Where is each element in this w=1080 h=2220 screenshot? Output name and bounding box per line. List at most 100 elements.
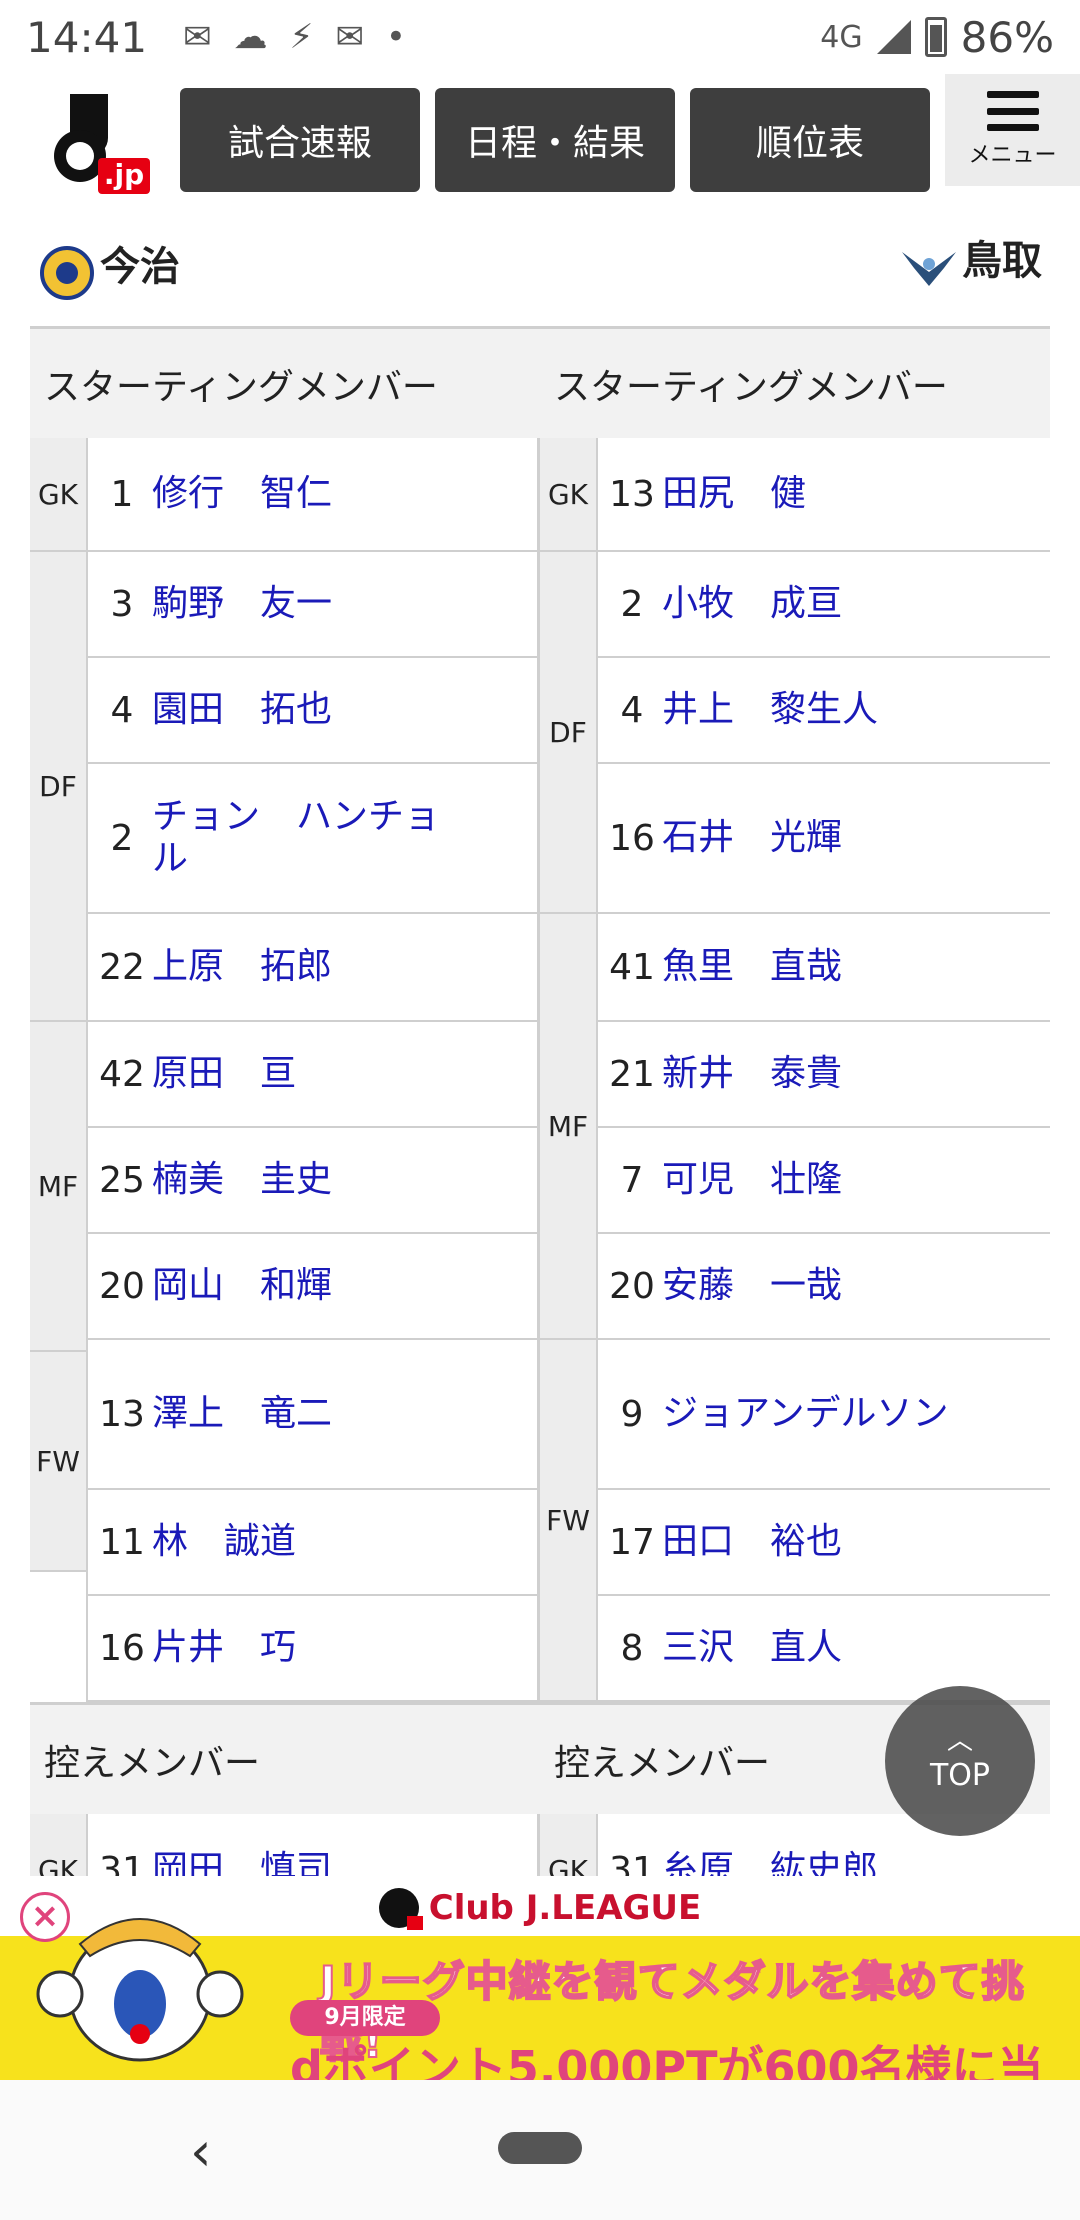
player-number: 21: [609, 1053, 655, 1095]
scroll-top-label: TOP: [929, 1757, 991, 1793]
player-row: 20 岡山 和輝: [86, 1234, 540, 1340]
club-jleague-logo: [378, 1888, 423, 1930]
player-name-link[interactable]: 片井 巧: [152, 1627, 416, 1669]
player-number: 11: [99, 1521, 145, 1563]
site-header: .jp 試合速報 日程・結果 順位表 メニュー: [0, 74, 1080, 204]
ad-promo-tag: 9月限定: [290, 2000, 440, 2036]
player-row: 8 三沢 直人: [596, 1596, 1050, 1702]
player-number: 13: [99, 1393, 145, 1435]
home-emblem-icon: [40, 246, 94, 300]
player-number: 20: [99, 1265, 145, 1307]
player-number: 31: [609, 1849, 655, 1877]
player-name-link[interactable]: 魚里 直哉: [662, 946, 962, 988]
player-number: 4: [110, 689, 134, 731]
player-row: 11 林 誠道: [86, 1490, 540, 1596]
menu-label: メニュー: [968, 143, 1057, 168]
player-name-link[interactable]: 石井 光輝: [662, 817, 962, 859]
nav-standings-button[interactable]: 順位表: [690, 88, 930, 192]
player-name-link[interactable]: 楠美 圭史: [152, 1159, 452, 1201]
away-team-name: 鳥取: [962, 238, 1042, 284]
player-row: 16 石井 光輝: [596, 764, 1050, 914]
player-number: 17: [609, 1521, 655, 1563]
player-name-link[interactable]: 田口 裕也: [662, 1521, 962, 1563]
player-name-link[interactable]: 林 誠道: [152, 1521, 416, 1563]
home-pill-icon[interactable]: [498, 2132, 582, 2164]
player-name-link[interactable]: 上原 拓郎: [152, 946, 452, 988]
home-lineup: スターティングメンバー GK DF MF FW 1 修行 智仁 3 駒野 友一 …: [30, 326, 540, 1876]
player-name-link[interactable]: 修行 智仁: [152, 473, 452, 515]
player-name-link[interactable]: 田尻 健: [662, 473, 926, 515]
away-team[interactable]: 鳥取: [900, 226, 1042, 288]
system-nav-bar: ‹: [0, 2080, 1080, 2220]
player-number: 9: [620, 1393, 644, 1435]
player-name-link[interactable]: 岡田 慎司: [152, 1849, 452, 1876]
player-name-link[interactable]: 安藤 一哉: [662, 1265, 962, 1307]
player-number: 31: [99, 1849, 145, 1877]
away-starting-header: スターティングメンバー: [540, 326, 1050, 438]
player-row: 22 上原 拓郎: [86, 914, 540, 1022]
position-label: GK: [30, 438, 86, 552]
position-label: FW: [30, 1352, 86, 1572]
hamburger-icon: [986, 91, 1039, 131]
player-name-link[interactable]: 糸原 紘史郎: [662, 1849, 998, 1876]
player-row: 17 田口 裕也: [596, 1490, 1050, 1596]
player-name-link[interactable]: 三沢 直人: [662, 1627, 962, 1669]
player-row: 16 片井 巧: [86, 1596, 540, 1702]
player-name-link[interactable]: 小牧 成亘: [662, 583, 962, 625]
player-number: 13: [609, 473, 655, 515]
ad-banner[interactable]: Club J.LEAGUE Jリーグ中継を観てメダルを集めて挑戦! 9月限定 d…: [0, 1880, 1080, 2161]
jleague-logo[interactable]: .jp: [52, 94, 150, 194]
app-icon: ⚡: [289, 17, 314, 57]
position-label: MF: [540, 914, 596, 1340]
chevron-up-icon: ︿: [946, 1725, 973, 1756]
player-row: 2 小牧 成亘: [596, 552, 1050, 658]
close-ad-button[interactable]: ×: [20, 1892, 70, 1942]
player-row: 1 修行 智仁: [86, 438, 540, 552]
menu-button[interactable]: メニュー: [945, 74, 1080, 186]
nav-schedule-button[interactable]: 日程・結果: [435, 88, 675, 192]
player-name-link[interactable]: 園田 拓也: [152, 689, 452, 731]
home-team-name: 今治: [100, 244, 180, 290]
nav-live-button[interactable]: 試合速報: [180, 88, 420, 192]
player-row: 7 可児 壮隆: [596, 1128, 1050, 1234]
player-number: 16: [99, 1627, 145, 1669]
player-name-link[interactable]: 岡山 和輝: [152, 1265, 452, 1307]
player-name-link[interactable]: チョン ハンチョル: [152, 796, 442, 880]
player-name-link[interactable]: 井上 黎生人: [662, 689, 998, 731]
dot-icon: •: [385, 17, 406, 57]
player-number: 41: [609, 946, 655, 988]
position-label: DF: [30, 552, 86, 1022]
player-number: 4: [620, 689, 644, 731]
club-jleague-brand: Club J.LEAGUE: [428, 1888, 702, 1928]
weather-icon: ☁: [233, 17, 268, 57]
home-team[interactable]: 今治: [40, 226, 180, 300]
player-number: 2: [620, 583, 644, 625]
player-number: 20: [609, 1265, 655, 1307]
home-subs-header: 控えメンバー: [30, 1702, 540, 1814]
position-label: DF: [540, 552, 596, 914]
player-name-link[interactable]: 可児 壮隆: [662, 1159, 962, 1201]
player-row: 13 澤上 竜二: [86, 1340, 540, 1490]
player-number: 42: [99, 1053, 145, 1095]
position-label: GK: [540, 438, 596, 552]
player-row: 20 安藤 一哉: [596, 1234, 1050, 1340]
away-emblem-icon: [902, 252, 956, 286]
player-row: 2 チョン ハンチョル: [86, 764, 540, 914]
player-name-link[interactable]: ジョアンデルソン: [662, 1393, 952, 1435]
player-name-link[interactable]: 澤上 竜二: [152, 1393, 452, 1435]
player-number: 2: [110, 817, 134, 859]
player-name-link[interactable]: 原田 亘: [152, 1053, 416, 1095]
player-number: 25: [99, 1159, 145, 1201]
battery-icon: [924, 17, 947, 57]
player-name-link[interactable]: 駒野 友一: [152, 583, 452, 625]
scroll-top-button[interactable]: ︿ TOP: [885, 1686, 1035, 1836]
logo-jp-label: .jp: [98, 158, 150, 194]
signal-icon: [876, 20, 911, 54]
player-name-link[interactable]: 新井 泰貴: [662, 1053, 962, 1095]
player-row: 13 田尻 健: [596, 438, 1050, 552]
status-time: 14:41: [26, 12, 148, 62]
back-icon[interactable]: ‹: [190, 2120, 212, 2183]
player-row: 21 新井 泰貴: [596, 1022, 1050, 1128]
notification-icon: ✉: [335, 17, 364, 57]
player-number: 3: [110, 583, 134, 625]
